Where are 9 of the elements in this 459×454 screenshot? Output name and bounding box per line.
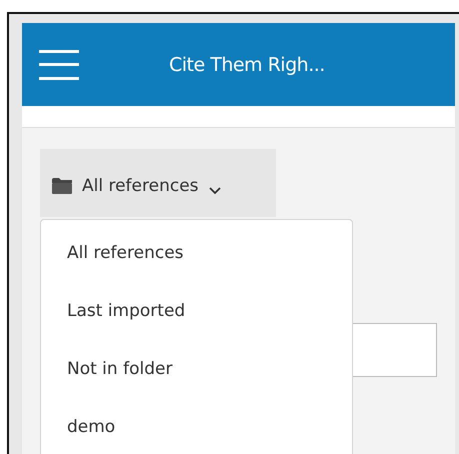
folder-icon xyxy=(52,178,72,194)
menu-item[interactable]: All references xyxy=(41,223,352,282)
caret-icon xyxy=(208,187,221,195)
app-title: Cite Them Righ... xyxy=(169,54,325,76)
menu-item[interactable]: demo xyxy=(41,397,352,454)
folder-dropdown[interactable]: All references xyxy=(40,149,276,217)
menu-item[interactable]: Not in folder xyxy=(41,339,352,398)
menu-icon[interactable] xyxy=(39,50,79,80)
menu-item[interactable]: Last imported xyxy=(41,281,352,340)
